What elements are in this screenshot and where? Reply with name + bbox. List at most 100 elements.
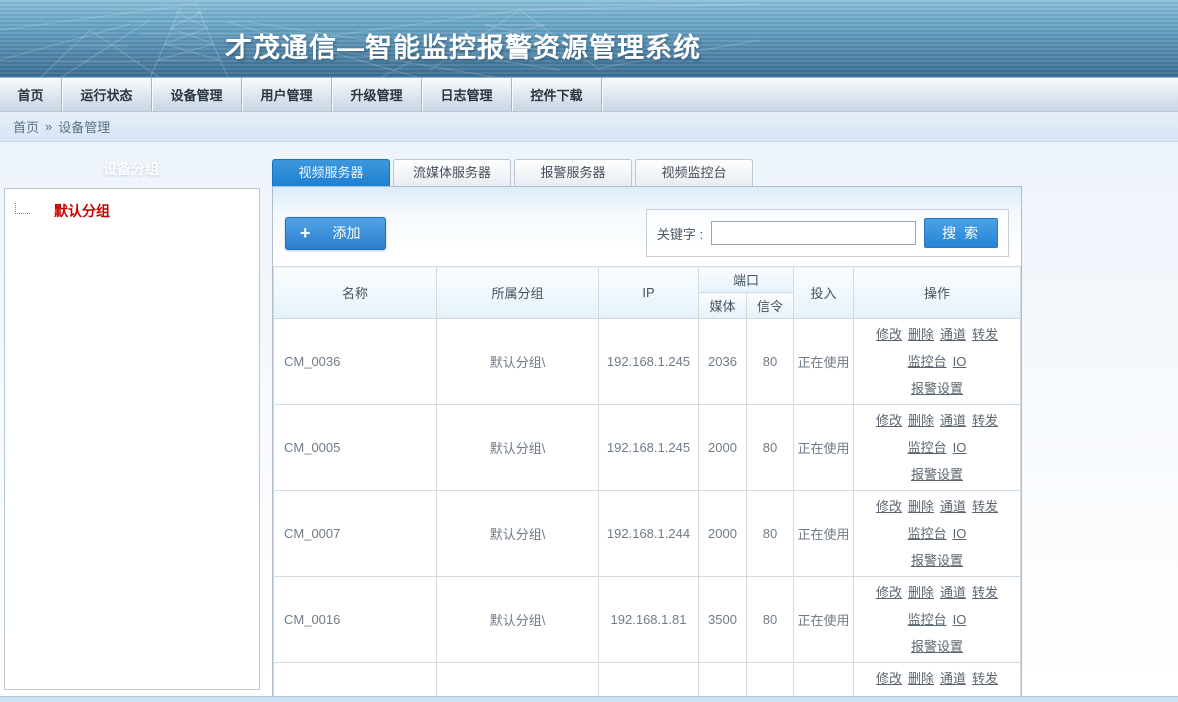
device-table-body: CM_0036默认分组\192.168.1.245203680正在使用修改删除通…	[274, 319, 1021, 702]
tree-branch-icon	[15, 203, 30, 214]
nav-item-user-mgmt[interactable]: 用户管理	[242, 78, 332, 111]
nav-item-upgrade-mgmt[interactable]: 升级管理	[332, 78, 422, 111]
action-link-modify[interactable]: 修改	[876, 671, 902, 686]
action-link-delete[interactable]: 删除	[908, 671, 934, 686]
footer-strip	[0, 696, 1178, 702]
col-header-media: 媒体	[699, 293, 747, 319]
action-link-io[interactable]: IO	[953, 612, 967, 627]
cell-ip: 192.168.1.81	[599, 577, 699, 663]
breadcrumb-separator: »	[45, 119, 52, 134]
cell-name: CM_0036	[274, 319, 437, 405]
device-table-header: 名称 所属分组 IP 端口 投入 操作 媒体 信令	[274, 267, 1021, 319]
action-link-monitor-console[interactable]: 监控台	[908, 354, 947, 369]
cell-status: 正在使用	[794, 491, 854, 577]
search-button[interactable]: 搜 索	[924, 218, 998, 248]
cell-actions: 修改删除通道转发监控台 IO 报警设置	[854, 577, 1021, 663]
action-link-forward[interactable]: 转发	[972, 585, 998, 600]
action-link-monitor-console[interactable]: 监控台	[908, 440, 947, 455]
col-header-status: 投入	[794, 267, 854, 319]
action-link-delete[interactable]: 删除	[908, 413, 934, 428]
tab-video-server[interactable]: 视频服务器	[272, 159, 390, 186]
sidebar: 设备分组 默认分组	[0, 159, 262, 702]
main-nav: 首页运行状态设备管理用户管理升级管理日志管理控件下载	[0, 78, 1178, 112]
content-area: 设备分组 默认分组 视频服务器流媒体服务器报警服务器视频监控台 + 添加 关键字…	[0, 142, 1178, 702]
col-header-signal: 信令	[747, 293, 794, 319]
action-link-forward[interactable]: 转发	[972, 327, 998, 342]
col-header-port: 端口	[699, 267, 794, 293]
cell-media-port: 2000	[699, 491, 747, 577]
cell-signal-port: 80	[747, 319, 794, 405]
cell-group: 默认分组\	[437, 405, 599, 491]
action-link-io[interactable]: IO	[953, 526, 967, 541]
breadcrumb-home[interactable]: 首页	[13, 117, 39, 136]
action-link-delete[interactable]: 删除	[908, 585, 934, 600]
nav-item-run-status[interactable]: 运行状态	[62, 78, 152, 111]
device-group-panel: 默认分组	[4, 188, 260, 690]
action-link-monitor-console[interactable]: 监控台	[908, 612, 947, 627]
tab-bar: 视频服务器流媒体服务器报警服务器视频监控台	[272, 159, 1022, 186]
add-button[interactable]: + 添加	[285, 217, 386, 250]
cell-ip: 192.168.1.244	[599, 491, 699, 577]
app-title: 才茂通信—智能监控报警资源管理系统	[225, 26, 701, 65]
sidebar-group-default[interactable]: 默认分组	[5, 189, 259, 221]
action-link-channel[interactable]: 通道	[940, 671, 966, 686]
action-link-forward[interactable]: 转发	[972, 413, 998, 428]
cell-media-port: 3500	[699, 577, 747, 663]
action-link-modify[interactable]: 修改	[876, 585, 902, 600]
cell-media-port: 2036	[699, 319, 747, 405]
tab-stream-server[interactable]: 流媒体服务器	[393, 159, 511, 186]
plus-icon: +	[300, 225, 311, 241]
group-label: 默认分组	[54, 201, 110, 221]
cell-signal-port: 80	[747, 577, 794, 663]
action-link-io[interactable]: IO	[953, 440, 967, 455]
nav-item-home[interactable]: 首页	[0, 78, 62, 111]
cell-actions: 修改删除通道转发监控台 IO 报警设置	[854, 405, 1021, 491]
action-link-alarm-settings[interactable]: 报警设置	[911, 639, 963, 654]
breadcrumb: 首页 » 设备管理	[0, 112, 1178, 142]
search-box: 关键字 : 搜 索	[646, 209, 1009, 257]
action-link-channel[interactable]: 通道	[940, 499, 966, 514]
search-input[interactable]	[711, 221, 916, 245]
table-row: CM_0036默认分组\192.168.1.245203680正在使用 修改删除通…	[274, 319, 1021, 405]
table-row: CM_0005默认分组\192.168.1.245200080正在使用修改删除通…	[274, 405, 1021, 491]
tab-video-console[interactable]: 视频监控台	[635, 159, 753, 186]
col-header-name: 名称	[274, 267, 437, 319]
cell-status: 正在使用	[794, 577, 854, 663]
action-link-modify[interactable]: 修改	[876, 499, 902, 514]
cell-group: 默认分组\	[437, 577, 599, 663]
nav-item-log-mgmt[interactable]: 日志管理	[422, 78, 512, 111]
cell-name: CM_0007	[274, 491, 437, 577]
action-link-alarm-settings[interactable]: 报警设置	[911, 553, 963, 568]
action-link-forward[interactable]: 转发	[972, 671, 998, 686]
action-link-alarm-settings[interactable]: 报警设置	[911, 467, 963, 482]
nav-item-control-download[interactable]: 控件下载	[512, 78, 602, 111]
action-link-delete[interactable]: 删除	[908, 499, 934, 514]
cell-name: CM_0005	[274, 405, 437, 491]
action-link-channel[interactable]: 通道	[940, 327, 966, 342]
main-panel: 视频服务器流媒体服务器报警服务器视频监控台 + 添加 关键字 : 搜 索	[272, 159, 1022, 702]
cell-group: 默认分组\	[437, 319, 599, 405]
col-header-group: 所属分组	[437, 267, 599, 319]
action-link-modify[interactable]: 修改	[876, 327, 902, 342]
cell-signal-port: 80	[747, 405, 794, 491]
action-link-channel[interactable]: 通道	[940, 585, 966, 600]
action-link-forward[interactable]: 转发	[972, 499, 998, 514]
cell-group: 默认分组\	[437, 491, 599, 577]
cell-status: 正在使用	[794, 319, 854, 405]
cell-ip: 192.168.1.245	[599, 319, 699, 405]
action-link-channel[interactable]: 通道	[940, 413, 966, 428]
device-table: 名称 所属分组 IP 端口 投入 操作 媒体 信令 CM_0036默认分组\19…	[273, 266, 1021, 702]
col-header-ip: IP	[599, 267, 699, 319]
action-link-alarm-settings[interactable]: 报警设置	[911, 381, 963, 396]
table-row: CM_0016默认分组\192.168.1.81350080正在使用修改删除通道…	[274, 577, 1021, 663]
nav-item-device-mgmt[interactable]: 设备管理	[152, 78, 242, 111]
action-link-io[interactable]: IO	[953, 354, 967, 369]
cell-actions: 修改删除通道转发监控台 IO 报警设置	[854, 491, 1021, 577]
cell-media-port: 2000	[699, 405, 747, 491]
action-link-delete[interactable]: 删除	[908, 327, 934, 342]
tab-alarm-server[interactable]: 报警服务器	[514, 159, 632, 186]
add-button-label: 添加	[333, 223, 361, 243]
action-link-modify[interactable]: 修改	[876, 413, 902, 428]
app-header: 才茂通信—智能监控报警资源管理系统	[0, 0, 1178, 78]
action-link-monitor-console[interactable]: 监控台	[908, 526, 947, 541]
